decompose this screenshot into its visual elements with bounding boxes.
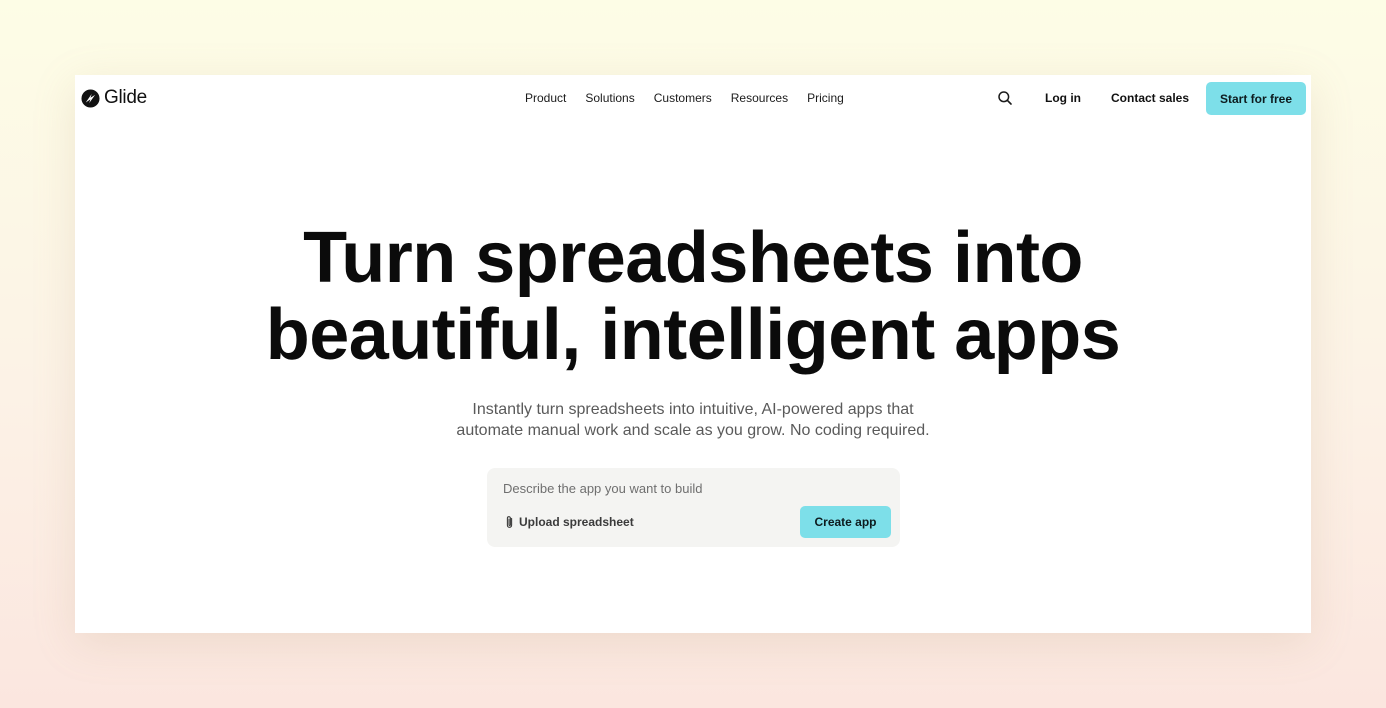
hero-subtitle-line-1: Instantly turn spreadsheets into intuiti… <box>472 401 914 418</box>
start-for-free-button[interactable]: Start for free <box>1206 82 1306 115</box>
upload-spreadsheet-button[interactable]: Upload spreadsheet <box>504 515 634 529</box>
nav-solutions[interactable]: Solutions <box>585 91 634 105</box>
nav-pricing[interactable]: Pricing <box>807 91 844 105</box>
hero-subtitle-line-2: automate manual work and scale as you gr… <box>456 422 930 439</box>
app-prompt-box: Upload spreadsheet Create app <box>487 468 900 547</box>
paperclip-icon <box>506 516 513 528</box>
brand-name: Glide <box>104 87 147 108</box>
app-description-input[interactable] <box>503 479 883 497</box>
nav-resources[interactable]: Resources <box>731 91 788 105</box>
upload-spreadsheet-label: Upload spreadsheet <box>519 515 634 529</box>
search-icon <box>998 91 1012 105</box>
brand-logo[interactable]: Glide <box>81 88 147 108</box>
nav-customers[interactable]: Customers <box>654 91 712 105</box>
top-nav: Glide Product Solutions Customers Resour… <box>75 75 1311 121</box>
login-link[interactable]: Log in <box>1045 91 1081 105</box>
main-menu: Product Solutions Customers Resources Pr… <box>525 75 844 121</box>
hero-title-line-2: beautiful, intelligent apps <box>265 295 1121 375</box>
hero-subtitle: Instantly turn spreadsheets into intuiti… <box>75 399 1311 441</box>
create-app-button[interactable]: Create app <box>800 506 891 538</box>
glide-logo-icon <box>81 88 100 108</box>
hero-title-line-1: Turn spreadsheets into <box>303 218 1083 298</box>
search-button[interactable] <box>997 90 1013 106</box>
contact-sales-link[interactable]: Contact sales <box>1111 91 1189 105</box>
hero-title: Turn spreadsheets into beautiful, intell… <box>75 220 1311 374</box>
nav-product[interactable]: Product <box>525 91 566 105</box>
browser-viewport: Glide Product Solutions Customers Resour… <box>75 75 1311 633</box>
